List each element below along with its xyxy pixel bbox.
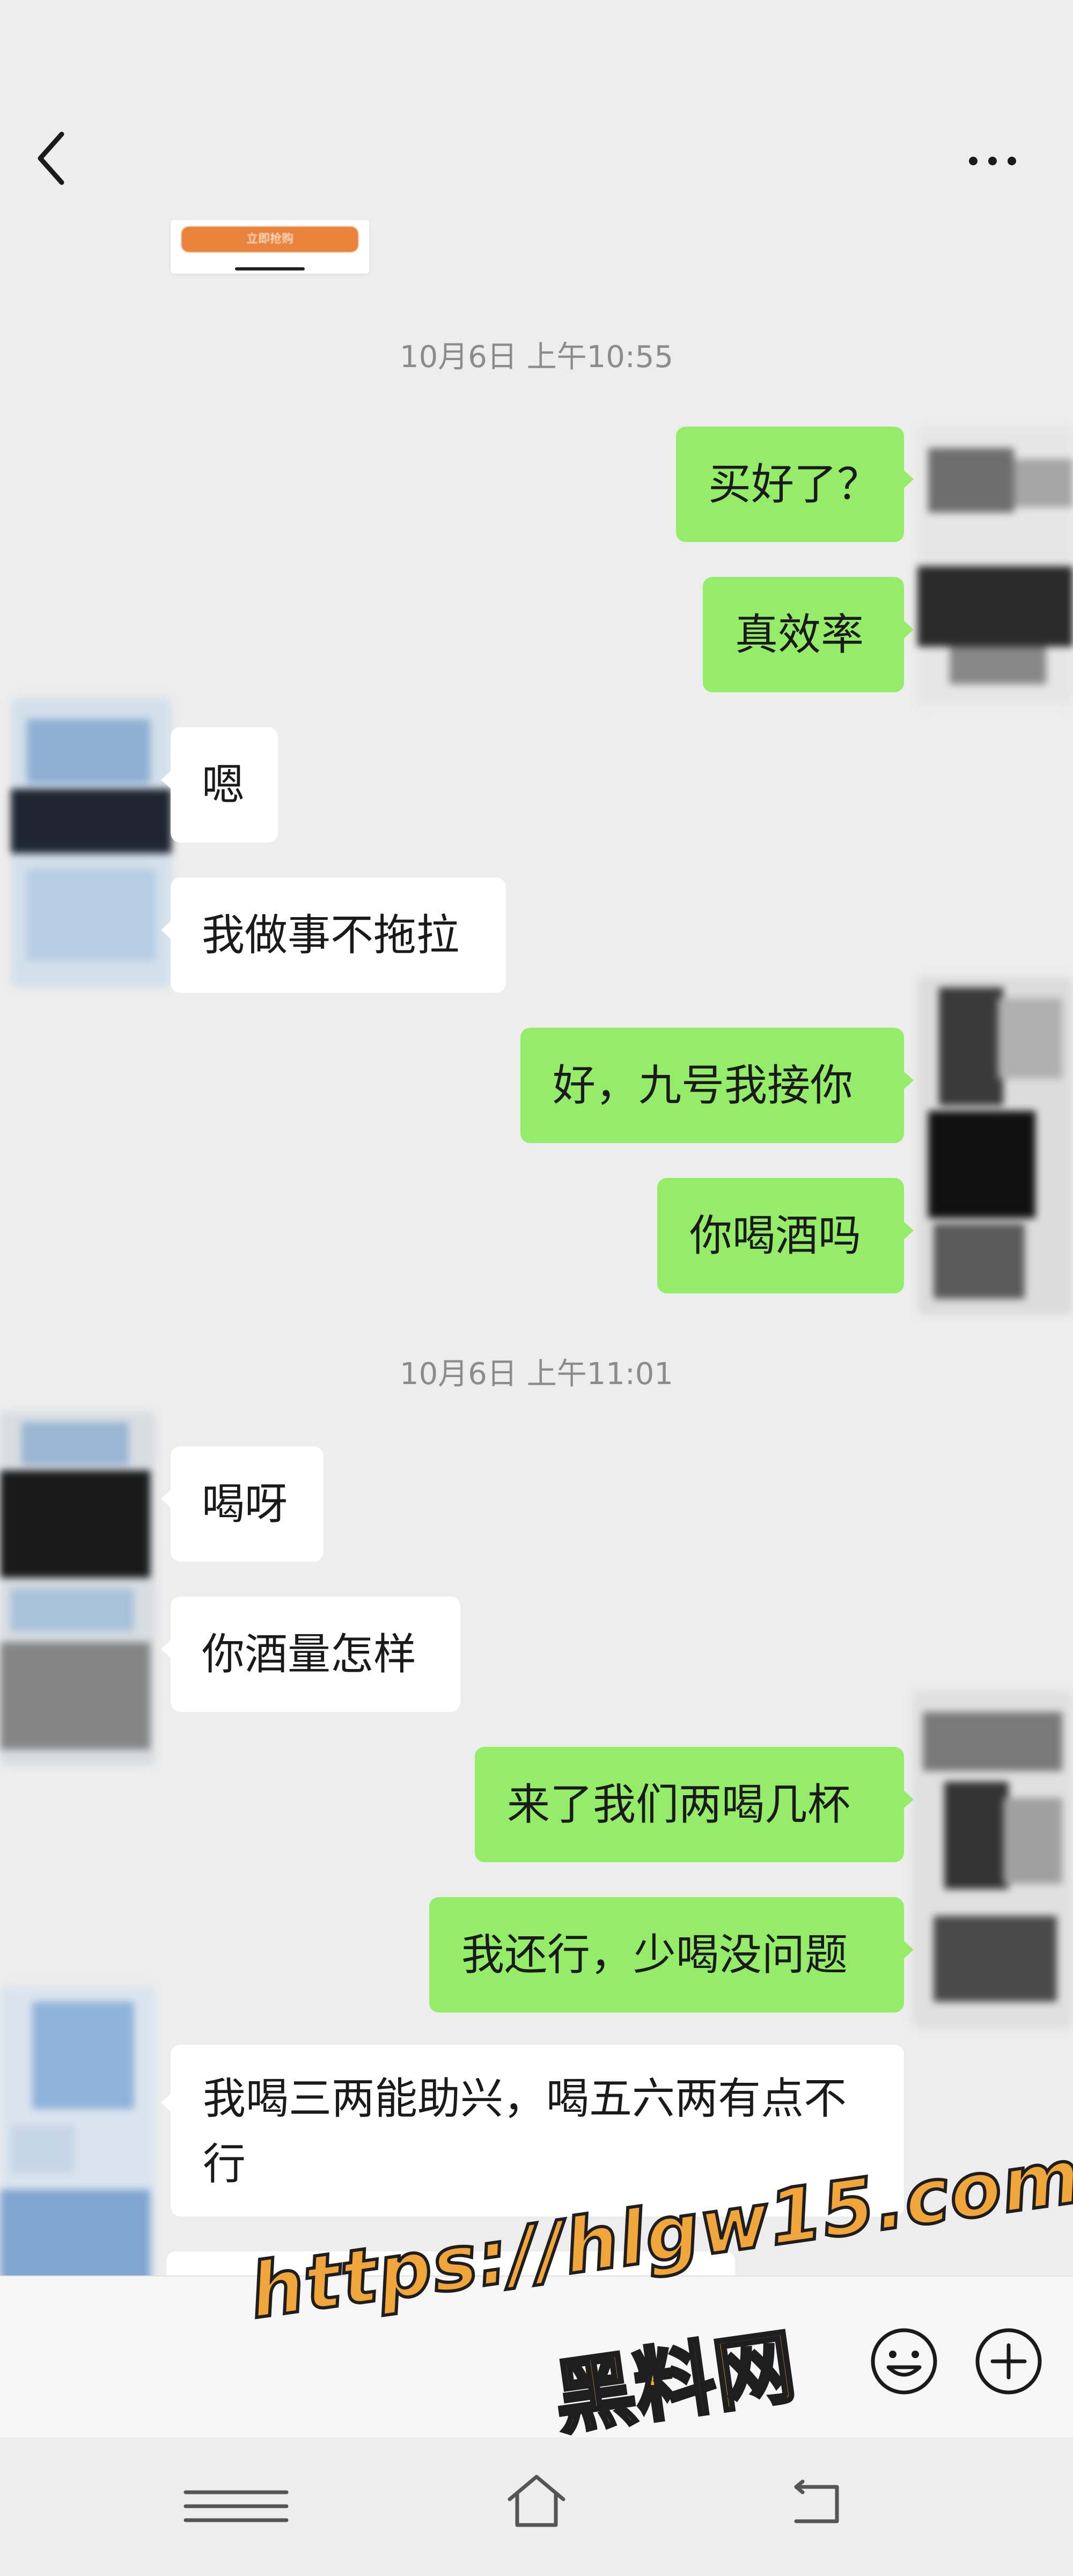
message-text: 我喝三两能助兴，喝五六两有点不行 <box>203 2074 847 2189</box>
message-bubble[interactable]: 来了我们两喝几杯 <box>475 1747 914 1862</box>
menu-lines-icon[interactable] <box>182 2485 290 2528</box>
message-bubble[interactable]: 你酒量怎样 <box>161 1597 460 1712</box>
avatar-self[interactable] <box>917 427 1073 706</box>
message-text: 好，九号我接你 <box>553 1060 853 1110</box>
message-text: 你酒量怎样 <box>202 1629 416 1679</box>
message-bubble[interactable]: 我做事不拖拉 <box>161 877 506 993</box>
message-text: 我还行，少喝没问题 <box>461 1930 848 1980</box>
avatar-self[interactable] <box>917 977 1073 1315</box>
message-text: 嗯 <box>202 760 245 810</box>
chat-title <box>376 138 697 181</box>
message-bubble[interactable]: 我还行，少喝没问题 <box>429 1897 914 2012</box>
message-bubble[interactable]: 喝呀 <box>161 1446 324 1562</box>
message-text: 我做事不拖拉 <box>202 910 459 960</box>
message-text: 真效率 <box>735 610 864 660</box>
shared-card[interactable]: 立即抢购 <box>171 220 369 274</box>
message-text: 买好了？ <box>708 459 880 509</box>
timestamp: 10月6日 上午10:55 <box>399 340 674 375</box>
message-text: 喝呀 <box>202 1479 288 1529</box>
return-icon[interactable] <box>789 2479 848 2528</box>
message-text: 来了我们两喝几杯 <box>507 1780 850 1829</box>
plus-circle-icon[interactable] <box>974 2326 1043 2396</box>
card-divider <box>235 267 305 270</box>
message-bubble[interactable]: 买好了？ <box>676 427 914 542</box>
avatar-contact[interactable] <box>0 1411 156 1766</box>
home-icon[interactable] <box>504 2471 569 2530</box>
timestamp: 10月6日 上午11:01 <box>399 1357 674 1392</box>
emoji-smile-icon[interactable] <box>869 2326 939 2396</box>
message-bubble[interactable]: 真效率 <box>703 577 914 692</box>
avatar-self[interactable] <box>912 1690 1073 2029</box>
chevron-left-icon[interactable] <box>32 129 70 188</box>
chat-header <box>0 0 1073 225</box>
message-bubble[interactable]: 好，九号我接你 <box>520 1028 914 1143</box>
more-dots-icon[interactable] <box>966 150 1019 172</box>
shared-card-button: 立即抢购 <box>181 226 358 252</box>
message-bubble[interactable]: 你喝酒吗 <box>657 1178 914 1293</box>
message-text: 你喝酒吗 <box>689 1211 861 1261</box>
message-bubble[interactable]: 嗯 <box>161 727 278 843</box>
avatar-contact[interactable] <box>11 698 172 987</box>
